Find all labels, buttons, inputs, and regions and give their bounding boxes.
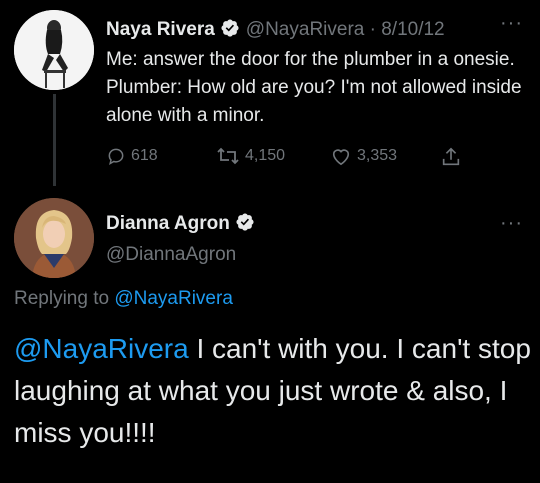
like-icon — [332, 149, 350, 166]
reply-count: 618 — [131, 147, 158, 164]
like-count: 3,353 — [357, 147, 398, 164]
tweet1-separator: · — [364, 19, 382, 40]
share-button[interactable] — [440, 146, 467, 168]
replying-to-line: Replying to @NayaRivera — [14, 288, 233, 310]
like-button[interactable]: 3,353 — [330, 146, 397, 166]
tweet1-author-handle[interactable]: @NayaRivera — [246, 19, 365, 40]
tweet2-text: @NayaRivera I can't with you. I can't st… — [14, 328, 534, 454]
replying-to-handle-link[interactable]: @NayaRivera — [114, 288, 233, 309]
replying-to-prefix: Replying to — [14, 288, 115, 309]
verified-badge-icon — [220, 18, 240, 44]
naya-rivera-avatar[interactable] — [14, 10, 94, 90]
tweet1-header: Naya Rivera @NayaRivera · 8/10/12 — [106, 18, 445, 44]
retweet-count: 4,150 — [245, 147, 286, 164]
tweet1-text: Me: answer the door for the plumber in a… — [106, 49, 522, 126]
tweet1-author-name[interactable]: Naya Rivera — [106, 19, 215, 40]
reply-button[interactable]: 618 — [106, 146, 158, 166]
tweet2-author-name[interactable]: Dianna Agron — [106, 213, 230, 234]
tweet2-author-handle[interactable]: @DiannaAgron — [106, 244, 236, 266]
tweet1-date[interactable]: 8/10/12 — [381, 19, 444, 40]
tweet2-mention-link[interactable]: @NayaRivera — [14, 333, 189, 364]
dianna-agron-avatar[interactable] — [14, 198, 94, 278]
reply-icon — [108, 148, 124, 165]
thread-connector-line — [53, 94, 56, 186]
tweet2-author-name-row: Dianna Agron — [106, 212, 261, 238]
verified-badge-icon — [235, 212, 255, 238]
retweet-button[interactable]: 4,150 — [216, 146, 285, 166]
retweet-icon — [217, 147, 239, 165]
more-options-icon[interactable]: ··· — [500, 12, 523, 35]
share-icon — [442, 147, 460, 166]
more-options-icon[interactable]: ··· — [500, 212, 523, 235]
